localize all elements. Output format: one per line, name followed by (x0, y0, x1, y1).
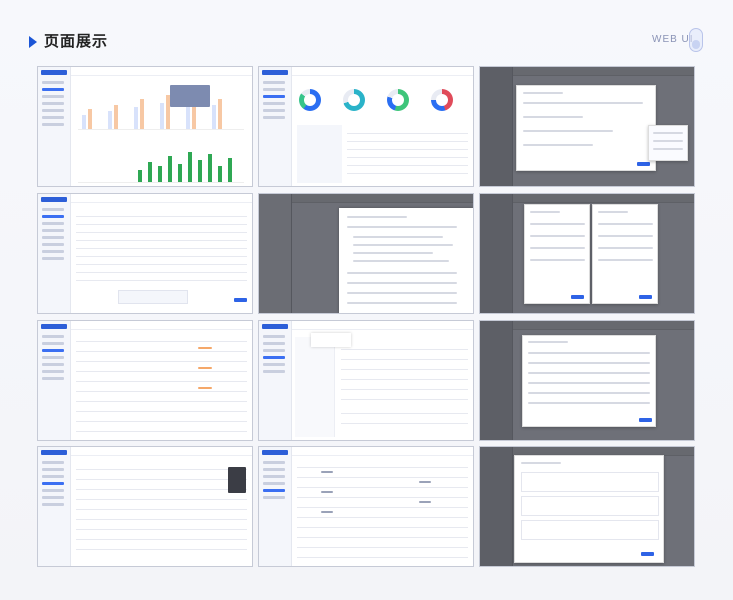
thumbnail-tree-detail[interactable] (258, 320, 474, 441)
thumbnail-modal-calendar[interactable] (479, 66, 695, 187)
thumbnail-modal-cards[interactable] (479, 446, 695, 567)
thumbnail-table-list[interactable] (37, 193, 253, 314)
thumbnail-modal-form-double[interactable] (479, 193, 695, 314)
thumbnail-modal-table[interactable] (479, 320, 695, 441)
thumbnail-table-tags[interactable] (37, 446, 253, 567)
thumbnail-table-chips[interactable] (258, 446, 474, 567)
thumbnail-tree-panel[interactable] (258, 193, 474, 314)
page-subtitle: WEB UI (652, 34, 694, 45)
thumbnail-dashboard-charts[interactable] (37, 66, 253, 187)
thumbnail-dashboard-donuts[interactable] (258, 66, 474, 187)
page-title: 页面展示 (44, 33, 109, 50)
mouse-scroll-icon (689, 28, 703, 52)
showcase-page: 页面展示 WEB UI (0, 0, 733, 600)
play-arrow-icon (29, 36, 37, 48)
thumbnail-table-list-2[interactable] (37, 320, 253, 441)
